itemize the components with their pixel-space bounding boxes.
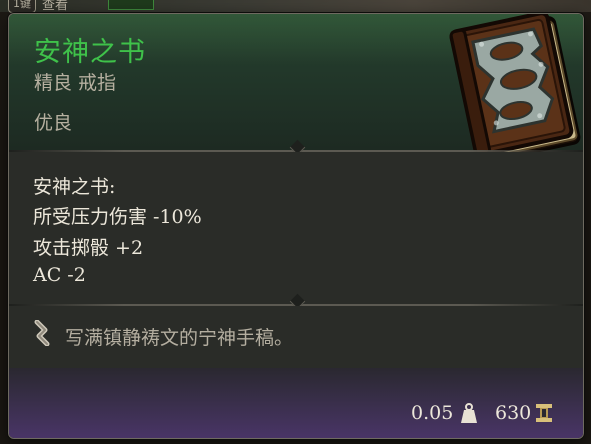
item-name: 安神之书 — [34, 37, 146, 68]
tooltip-footer: 0.05 630 — [9, 368, 583, 438]
effect-stress-damage: 所受压力伤害 -10% — [33, 206, 202, 228]
item-rarity: 优良 — [34, 112, 73, 134]
book-icon — [449, 14, 581, 163]
quill-icon — [34, 320, 50, 346]
weight-value: 0.05 — [411, 402, 454, 424]
description-text: 写满镇静祷文的宁神手稿。 — [65, 327, 294, 349]
effect-attack-roll: 攻击掷骰 +2 — [33, 237, 144, 259]
item-tooltip: 安神之书 精良 戒指 优良 安神之书: 所受压力伤害 -10% 攻击掷骰 +2 … — [8, 13, 584, 439]
weight-icon — [461, 403, 477, 423]
price-value: 630 — [495, 402, 532, 424]
hud-slot[interactable] — [108, 0, 154, 10]
hotkey-label: 查看 — [42, 0, 69, 13]
hotkey-key: 1键 — [8, 0, 36, 13]
hotkey-hint: 1键 查看 — [8, 0, 68, 13]
description-section: 写满镇静祷文的宁神手稿。 — [9, 306, 583, 368]
effects-section: 安神之书: 所受压力伤害 -10% 攻击掷骰 +2 AC -2 — [9, 152, 583, 304]
top-hud-strip — [0, 0, 591, 12]
item-type: 精良 戒指 — [34, 72, 117, 94]
effect-armor-class: AC -2 — [33, 264, 86, 286]
gold-icon — [536, 404, 552, 422]
effects-title: 安神之书: — [33, 176, 116, 198]
